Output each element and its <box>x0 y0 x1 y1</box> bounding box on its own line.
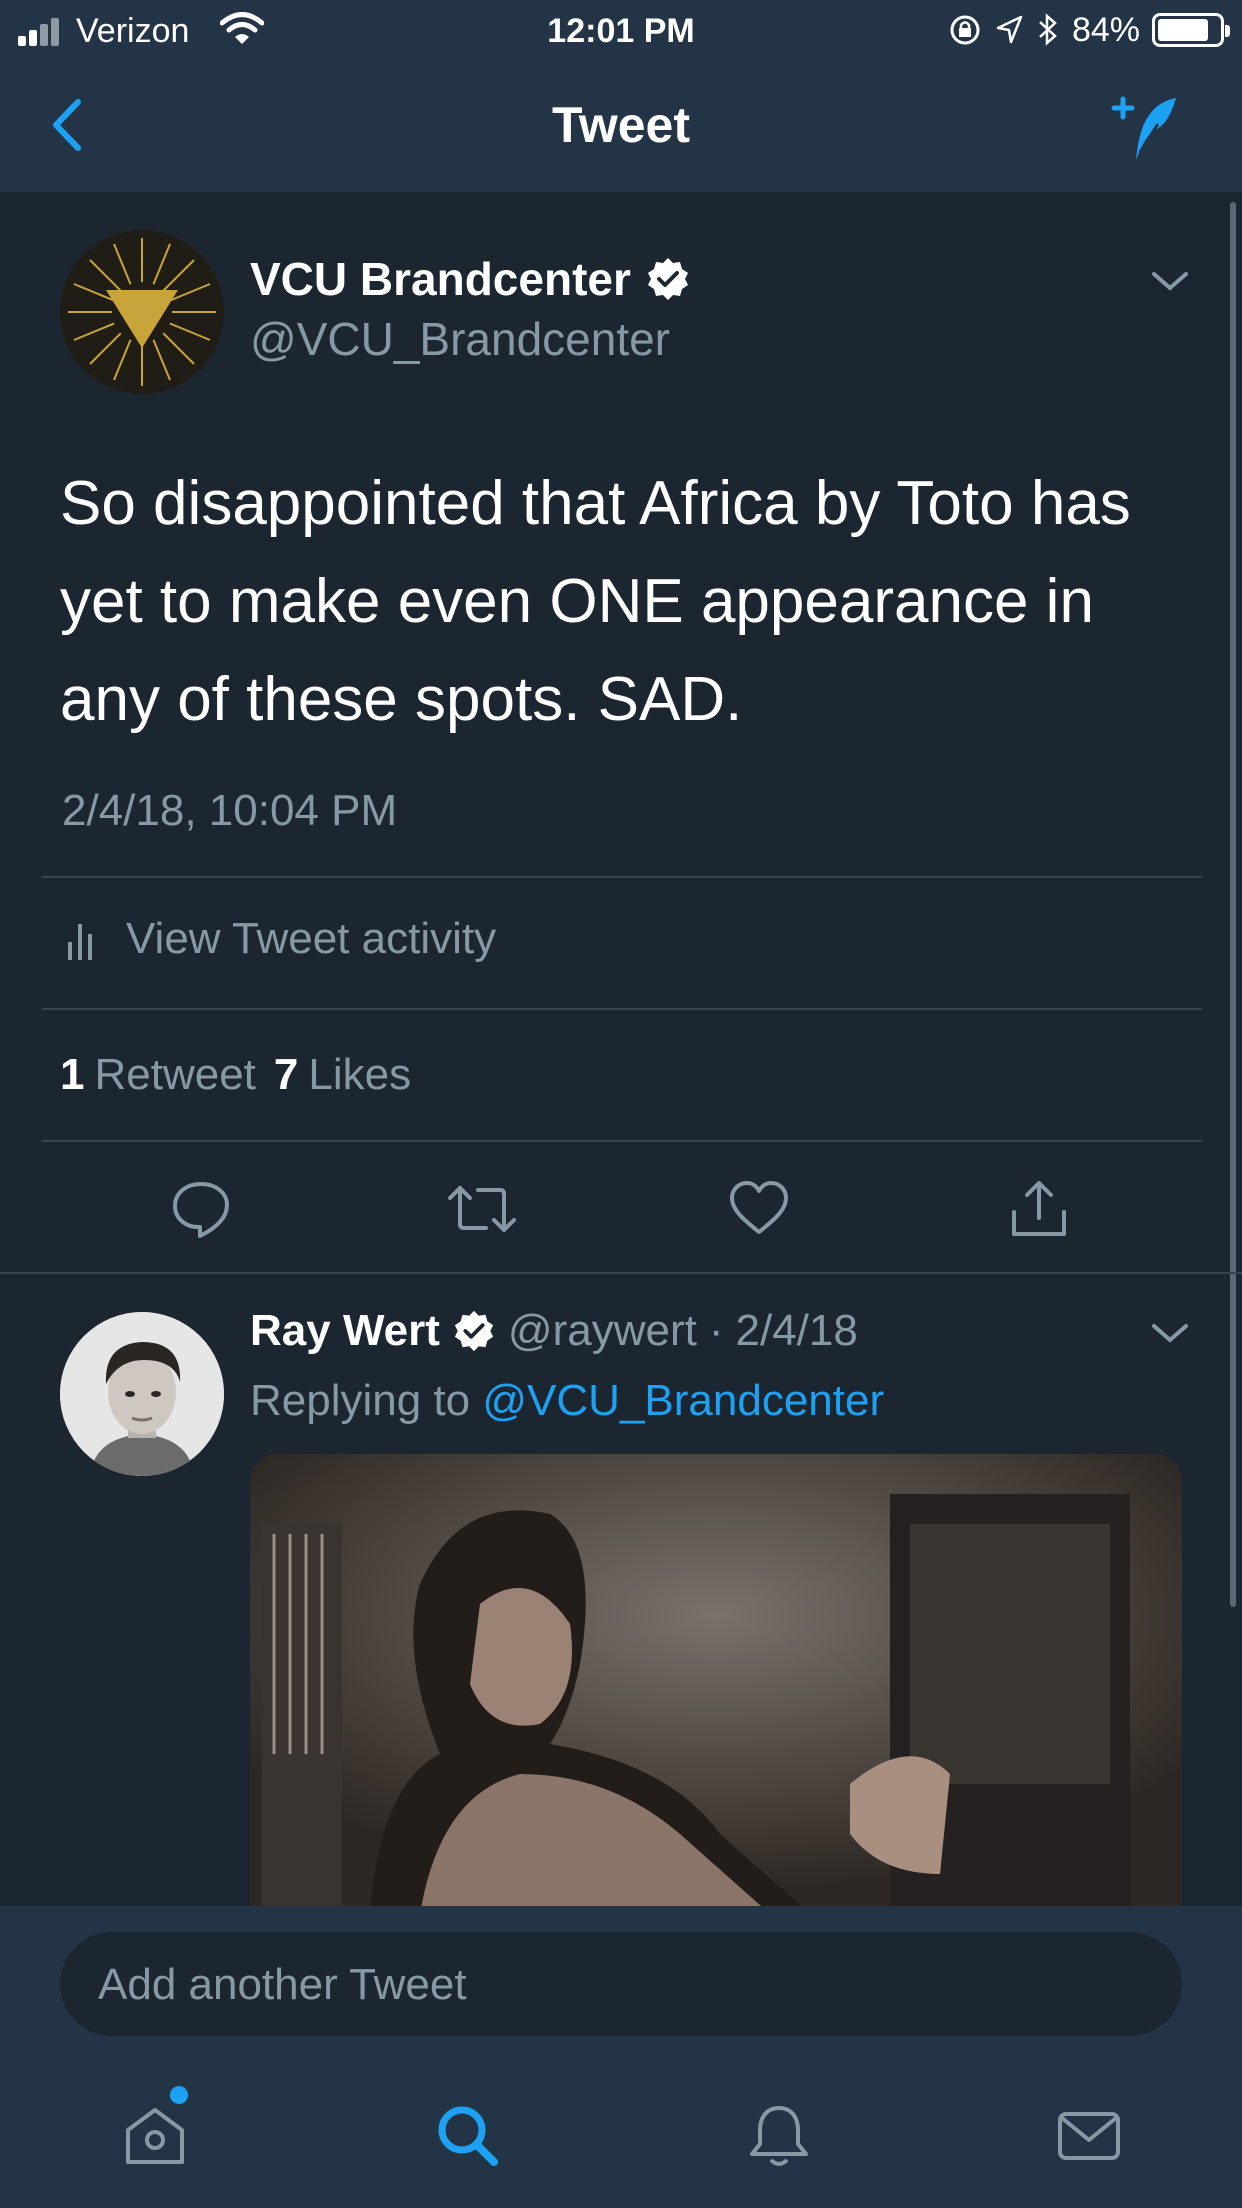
retweet-count: 1 <box>60 1050 85 1099</box>
share-icon[interactable] <box>1008 1178 1070 1240</box>
messages-icon[interactable] <box>1054 2100 1124 2170</box>
ray-wert-avatar[interactable] <box>60 1312 224 1476</box>
notifications-icon[interactable] <box>744 2100 814 2170</box>
reply-icon[interactable] <box>170 1178 232 1240</box>
vcu-logo-icon <box>68 238 216 386</box>
meta-separator: · <box>708 1306 724 1355</box>
vcu-avatar[interactable] <box>60 230 224 394</box>
divider <box>0 1272 1242 1274</box>
user-portrait-icon <box>60 1312 224 1476</box>
verified-badge-icon <box>454 1310 494 1352</box>
author-handle[interactable]: @VCU_Brandcenter <box>250 312 670 366</box>
author-name[interactable]: VCU Brandcenter <box>250 252 691 306</box>
search-icon[interactable] <box>432 2100 502 2170</box>
replying-to-handle-link[interactable]: @VCU_Brandcenter <box>482 1376 884 1425</box>
bluetooth-icon <box>1039 13 1057 46</box>
gif-image <box>250 1454 1182 1914</box>
scrollbar[interactable] <box>1230 202 1236 1607</box>
tweet-timestamp: 2/4/18, 10:04 PM <box>62 786 398 835</box>
like-count: 7 <box>273 1050 299 1099</box>
reply-header: Ray Wert @raywert · 2/4/18 <box>250 1306 858 1356</box>
reply-gif-media[interactable] <box>250 1454 1182 1914</box>
page-title: Tweet <box>552 97 690 153</box>
retweet-stat[interactable]: 1 Retweet <box>60 1050 256 1100</box>
location-icon <box>996 15 1023 44</box>
retweet-icon[interactable] <box>446 1178 518 1240</box>
battery-icon <box>1152 13 1230 47</box>
chevron-down-icon[interactable] <box>1150 1320 1190 1346</box>
header-bar: Verizon 12:01 PM 84% Tweet <box>0 0 1242 192</box>
verified-badge-icon <box>647 258 688 300</box>
home-icon[interactable] <box>120 2100 190 2170</box>
divider <box>42 1008 1202 1010</box>
status-bar: Verizon 12:01 PM 84% <box>0 0 1242 62</box>
home-notification-dot <box>170 2086 188 2104</box>
view-tweet-activity[interactable]: View Tweet activity <box>66 914 496 964</box>
analytics-icon <box>66 918 98 960</box>
replying-to-label: Replying to <box>250 1376 471 1425</box>
replying-to: Replying to @VCU_Brandcenter <box>250 1376 884 1426</box>
reply-author-name[interactable]: Ray Wert <box>250 1306 440 1356</box>
compose-tweet-icon[interactable] <box>1106 94 1186 164</box>
likes-stat[interactable]: 7 Likes <box>274 1050 411 1100</box>
add-tweet-input[interactable]: Add another Tweet <box>60 1932 1182 2036</box>
battery-fill <box>1158 19 1209 41</box>
reply-author-handle[interactable]: @raywert <box>508 1306 697 1356</box>
likes-label: Likes <box>308 1050 412 1099</box>
tweet-text: So disappointed that Africa by Toto has … <box>60 469 1131 734</box>
divider <box>42 876 1202 878</box>
retweet-label: Retweet <box>94 1050 256 1099</box>
reply-date: 2/4/18 <box>735 1306 858 1355</box>
divider <box>42 1140 1202 1142</box>
status-right-group: 84% <box>948 10 1230 50</box>
author-name-text: VCU Brandcenter <box>250 253 631 305</box>
chevron-down-icon[interactable] <box>1150 268 1190 294</box>
rotation-lock-icon <box>950 15 980 45</box>
activity-label: View Tweet activity <box>126 914 497 963</box>
battery-percent: 84% <box>1071 10 1140 49</box>
tweet-stats: 1 Retweet 7 Likes <box>60 1050 411 1100</box>
like-heart-icon[interactable] <box>728 1178 790 1240</box>
add-tweet-placeholder: Add another Tweet <box>98 1960 467 2009</box>
